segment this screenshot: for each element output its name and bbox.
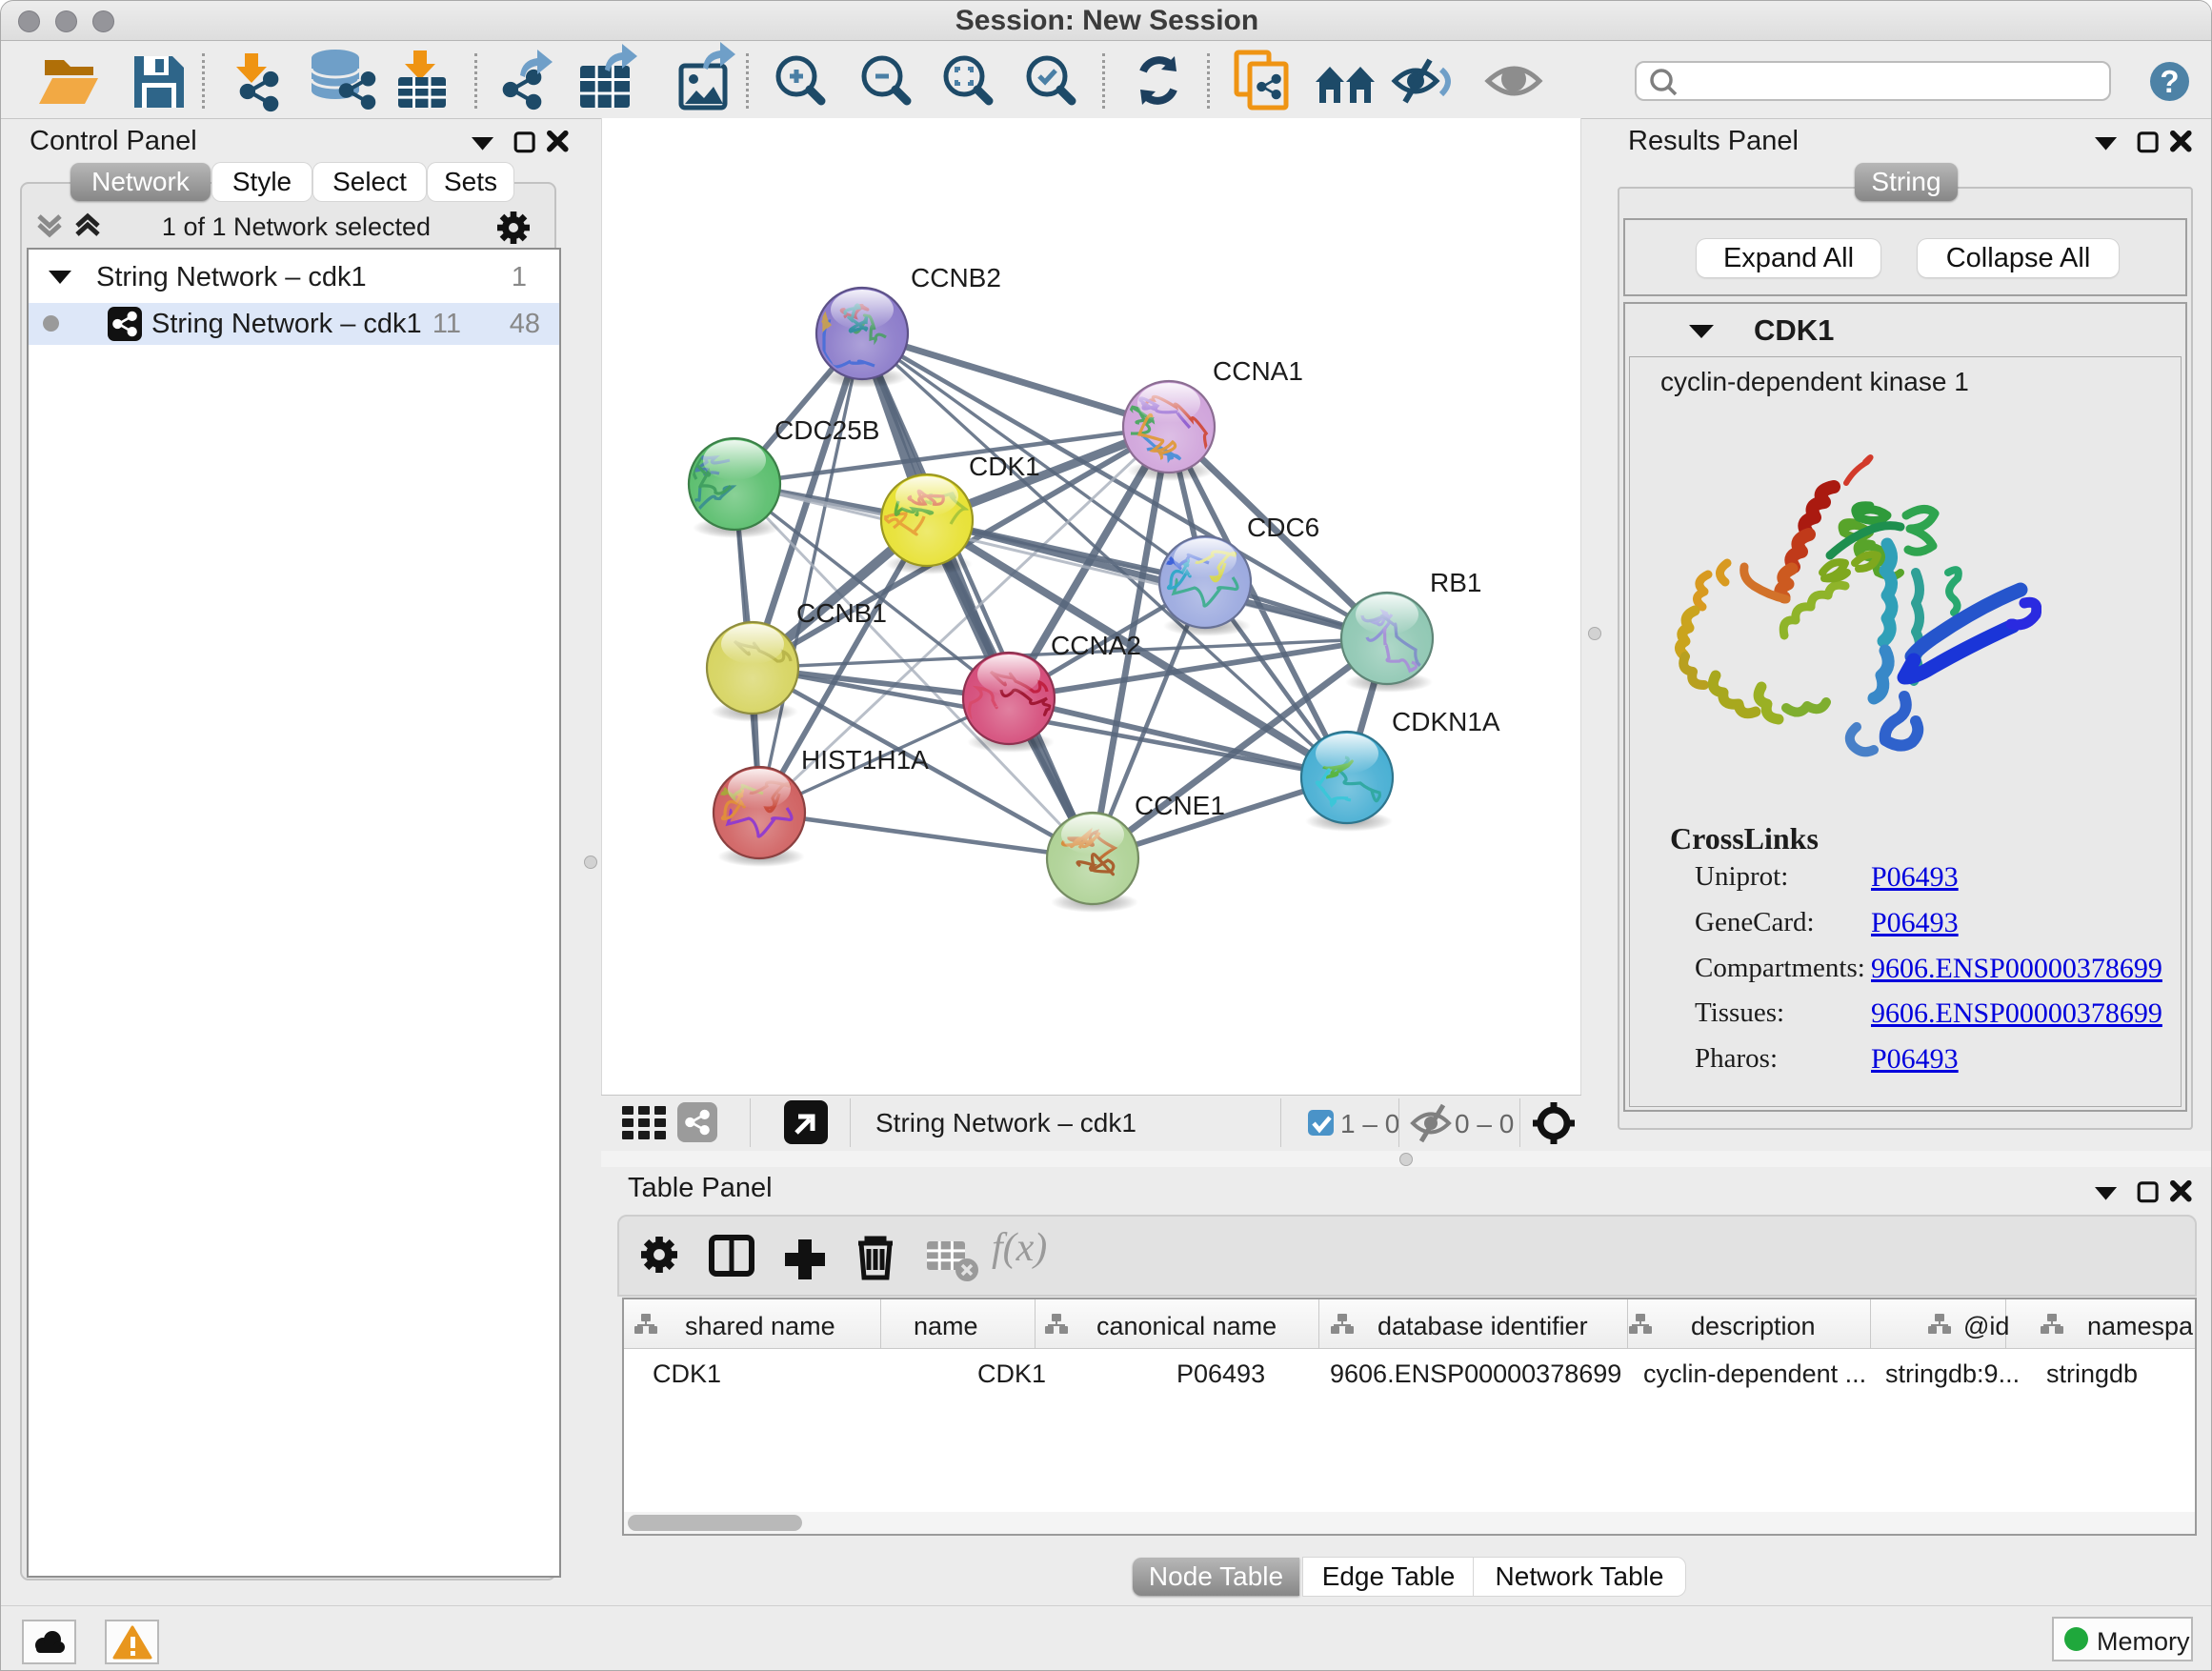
- svg-text:CDC6: CDC6: [1247, 513, 1319, 542]
- svg-text:CDC25B: CDC25B: [774, 415, 879, 445]
- svg-text:CCNE1: CCNE1: [1135, 791, 1225, 820]
- svg-text:CDK1: CDK1: [969, 452, 1040, 481]
- svg-text:CCNA2: CCNA2: [1051, 631, 1141, 660]
- svg-text:RB1: RB1: [1430, 568, 1481, 597]
- svg-text:CCNA1: CCNA1: [1213, 356, 1303, 386]
- svg-text:CCNB2: CCNB2: [911, 263, 1001, 292]
- svg-text:CDKN1A: CDKN1A: [1392, 707, 1500, 736]
- svg-text:CCNB1: CCNB1: [796, 598, 887, 628]
- svg-text:HIST1H1A: HIST1H1A: [801, 745, 929, 775]
